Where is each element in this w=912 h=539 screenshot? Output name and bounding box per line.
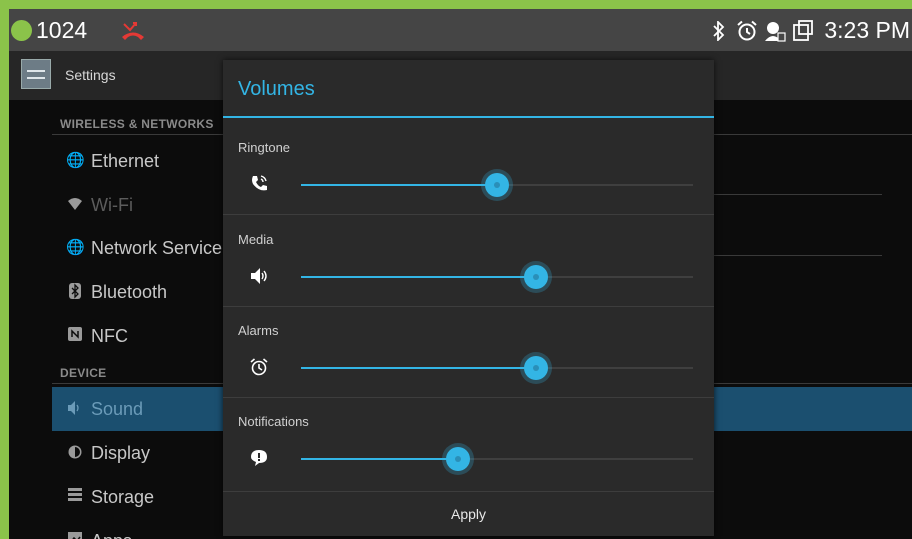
nfc-icon — [66, 327, 84, 345]
bluetooth-icon — [708, 20, 730, 42]
extension-number: 1024 — [36, 17, 88, 43]
account-icon — [764, 20, 786, 42]
category-wireless-networks: WIRELESS & NETWORKS — [60, 117, 214, 131]
dialog-button-bar: Apply — [223, 491, 714, 536]
divider — [223, 214, 714, 215]
notification-icon — [248, 448, 270, 470]
volume-label: Media — [238, 232, 274, 247]
settings-item-label: Bluetooth — [91, 282, 168, 302]
volume-label: Ringtone — [238, 140, 291, 155]
volumes-dialog: Volumes Ringtone Media Alarms Notificati… — [223, 60, 714, 536]
wifi-icon — [66, 196, 84, 214]
slider-thumb[interactable] — [524, 356, 549, 380]
slider-thumb[interactable] — [485, 173, 509, 197]
slider-fill — [301, 184, 497, 186]
settings-app-icon[interactable] — [21, 59, 51, 89]
volume-row-alarms: Alarms — [223, 307, 714, 398]
missed-call-icon — [120, 20, 146, 42]
volume-row-media: Media — [223, 216, 714, 307]
settings-item-label: Storage — [91, 487, 155, 507]
globe-icon: 🌐 — [66, 239, 85, 256]
slider-fill — [301, 276, 537, 278]
divider — [714, 255, 882, 256]
slider-thumb[interactable] — [445, 447, 470, 471]
settings-item-label: NFC — [91, 326, 128, 346]
settings-item-label: Apps — [91, 530, 132, 539]
volume-row-ringtone: Ringtone — [223, 124, 714, 215]
media-slider[interactable] — [301, 265, 693, 289]
settings-item-label: Display — [91, 443, 151, 463]
status-icons: 3:23 PM — [708, 18, 912, 43]
alarm-icon — [736, 20, 758, 42]
status-indicator-icon — [11, 20, 32, 41]
brightness-icon — [66, 444, 84, 462]
page-title: Settings — [65, 67, 116, 83]
volume-row-notifications: Notifications — [223, 398, 714, 489]
ringtone-slider[interactable] — [301, 173, 693, 197]
speaker-icon — [66, 400, 84, 418]
volume-label: Alarms — [238, 323, 279, 338]
divider — [714, 194, 882, 195]
slider-fill — [301, 458, 458, 460]
slider-fill — [301, 367, 537, 369]
dialog-title: Volumes — [238, 78, 315, 100]
storage-icon — [66, 488, 84, 506]
settings-item-label: Wi-Fi — [91, 195, 133, 215]
volume-label: Notifications — [238, 414, 309, 429]
status-bar: 1024 3:23 PM — [9, 9, 912, 51]
dialog-title-divider — [223, 116, 714, 118]
alarms-slider[interactable] — [301, 356, 693, 380]
alarm-icon — [248, 357, 270, 379]
media-volume-icon — [248, 266, 270, 288]
slider-thumb[interactable] — [524, 265, 549, 289]
bluetooth-icon — [66, 283, 84, 301]
tablet-screen: 1024 3:23 PM Settings WIRELESS & NETWORK… — [9, 9, 912, 539]
screenshot-icon — [792, 19, 814, 42]
settings-item-label: Ethernet — [91, 151, 160, 171]
apps-icon — [66, 532, 84, 539]
globe-icon: 🌐 — [66, 152, 85, 169]
ringtone-icon — [248, 174, 270, 196]
category-device: DEVICE — [60, 366, 107, 380]
settings-item-label: Sound — [91, 399, 144, 419]
notifications-slider[interactable] — [301, 447, 693, 471]
settings-item-label: Network Service — [91, 238, 223, 258]
status-time: 3:23 PM — [824, 17, 910, 43]
apply-button[interactable]: Apply — [223, 492, 714, 536]
